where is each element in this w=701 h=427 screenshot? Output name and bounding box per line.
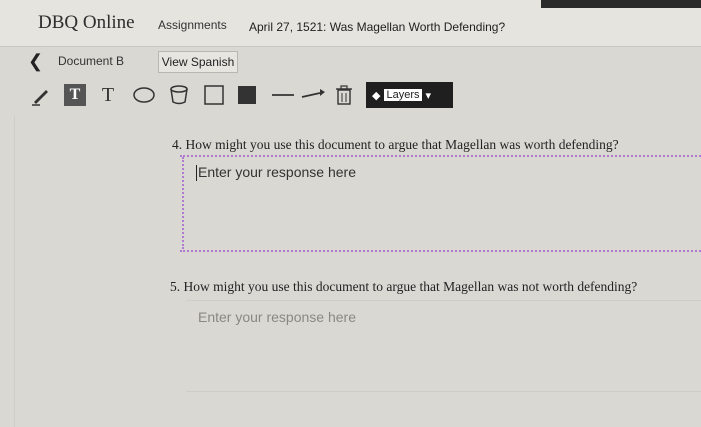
question-4-response-input[interactable]: Enter your response here: [198, 164, 356, 180]
screen-edge: [541, 0, 701, 8]
line-icon[interactable]: [270, 84, 296, 106]
question-4-text: 4. How might you use this document to ar…: [172, 137, 619, 152]
layers-label: Layers: [384, 89, 422, 101]
document-title: April 27, 1521: Was Magellan Worth Defen…: [249, 20, 506, 34]
layers-dropdown[interactable]: ◆ Layers ▾: [366, 82, 453, 108]
assignments-link[interactable]: Assignments: [158, 18, 227, 32]
square-filled-icon[interactable]: [236, 84, 258, 106]
view-spanish-button[interactable]: View Spanish: [158, 51, 238, 73]
question-5-response-input[interactable]: Enter your response here: [198, 309, 356, 325]
question-5-text: 5. How might you use this document to ar…: [170, 279, 638, 294]
trash-icon[interactable]: [334, 84, 354, 106]
response-box-border: [182, 157, 186, 249]
text-box-icon[interactable]: T: [64, 84, 86, 106]
back-chevron-icon[interactable]: ❮: [28, 52, 43, 70]
layers-icon: ◆: [372, 89, 381, 102]
text-caret: [196, 165, 197, 181]
app-title[interactable]: DBQ Online: [38, 12, 135, 34]
bucket-icon[interactable]: [168, 84, 190, 106]
pencil-icon[interactable]: [30, 84, 52, 106]
square-outline-icon[interactable]: [203, 84, 225, 106]
document-label: Document B: [58, 54, 125, 68]
text-icon[interactable]: T: [98, 84, 118, 106]
ellipse-icon[interactable]: [132, 84, 156, 106]
chevron-down-icon: ▾: [425, 89, 432, 102]
arrow-icon[interactable]: [300, 84, 326, 106]
